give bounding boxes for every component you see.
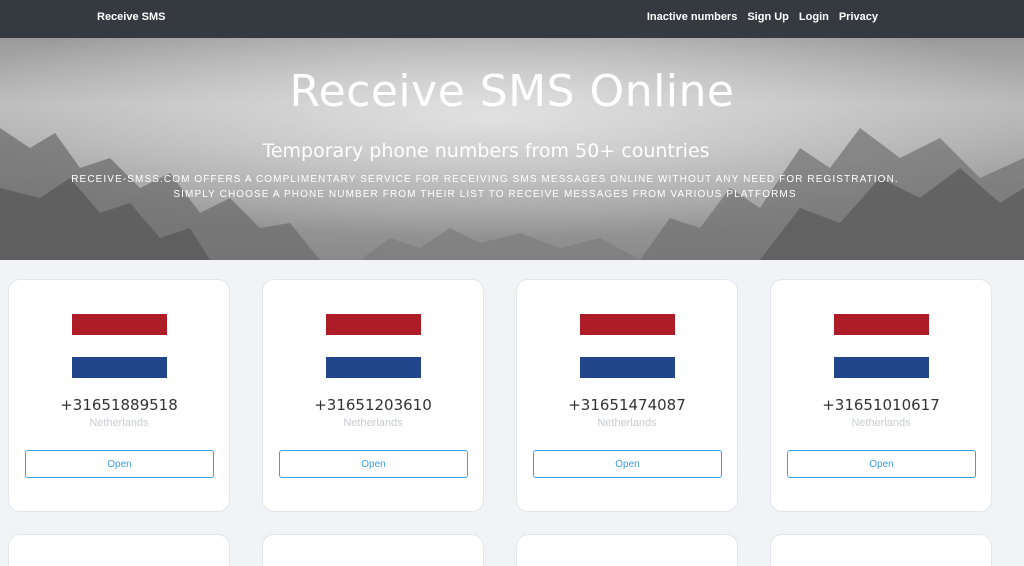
- netherlands-flag-icon: [326, 314, 421, 378]
- hero-description: Receive-smss.com offers a complimentary …: [0, 172, 970, 202]
- hero-description-line-2: Simply choose a phone number from their …: [173, 189, 797, 200]
- country-name: Netherlands: [597, 417, 657, 429]
- netherlands-flag-icon: [72, 314, 167, 378]
- brand-link[interactable]: Receive SMS: [97, 11, 165, 23]
- nav-link-login[interactable]: Login: [799, 11, 829, 23]
- open-button[interactable]: Open: [25, 450, 214, 478]
- nav-link-privacy[interactable]: Privacy: [839, 11, 878, 23]
- number-card-partial: [770, 534, 992, 566]
- number-card: +31651474087 Netherlands Open: [516, 279, 738, 512]
- open-button[interactable]: Open: [787, 450, 976, 478]
- navbar: Receive SMS Inactive numbers Sign Up Log…: [0, 0, 1024, 38]
- phone-number: +31651010617: [822, 396, 940, 414]
- netherlands-flag-icon: [834, 314, 929, 378]
- country-name: Netherlands: [343, 417, 403, 429]
- phone-number: +31651889518: [60, 396, 178, 414]
- number-card: +31651203610 Netherlands Open: [262, 279, 484, 512]
- number-card-partial: [8, 534, 230, 566]
- hero-subtitle: Temporary phone numbers from 50+ countri…: [262, 140, 710, 162]
- nav-link-inactive-numbers[interactable]: Inactive numbers: [647, 11, 737, 23]
- number-card: +31651010617 Netherlands Open: [770, 279, 992, 512]
- hero-description-line-1: Receive-smss.com offers a complimentary …: [71, 174, 899, 185]
- country-name: Netherlands: [89, 417, 149, 429]
- phone-number: +31651474087: [568, 396, 686, 414]
- nav-links: Inactive numbers Sign Up Login Privacy: [647, 11, 878, 23]
- open-button[interactable]: Open: [279, 450, 468, 478]
- nav-link-sign-up[interactable]: Sign Up: [747, 11, 789, 23]
- open-button[interactable]: Open: [533, 450, 722, 478]
- hero-title: Receive SMS Online: [289, 66, 735, 117]
- number-card: +31651889518 Netherlands Open: [8, 279, 230, 512]
- phone-number: +31651203610: [314, 396, 432, 414]
- netherlands-flag-icon: [580, 314, 675, 378]
- number-card-partial: [516, 534, 738, 566]
- country-name: Netherlands: [851, 417, 911, 429]
- hero-banner: Receive SMS Online Temporary phone numbe…: [0, 38, 1024, 260]
- number-card-partial: [262, 534, 484, 566]
